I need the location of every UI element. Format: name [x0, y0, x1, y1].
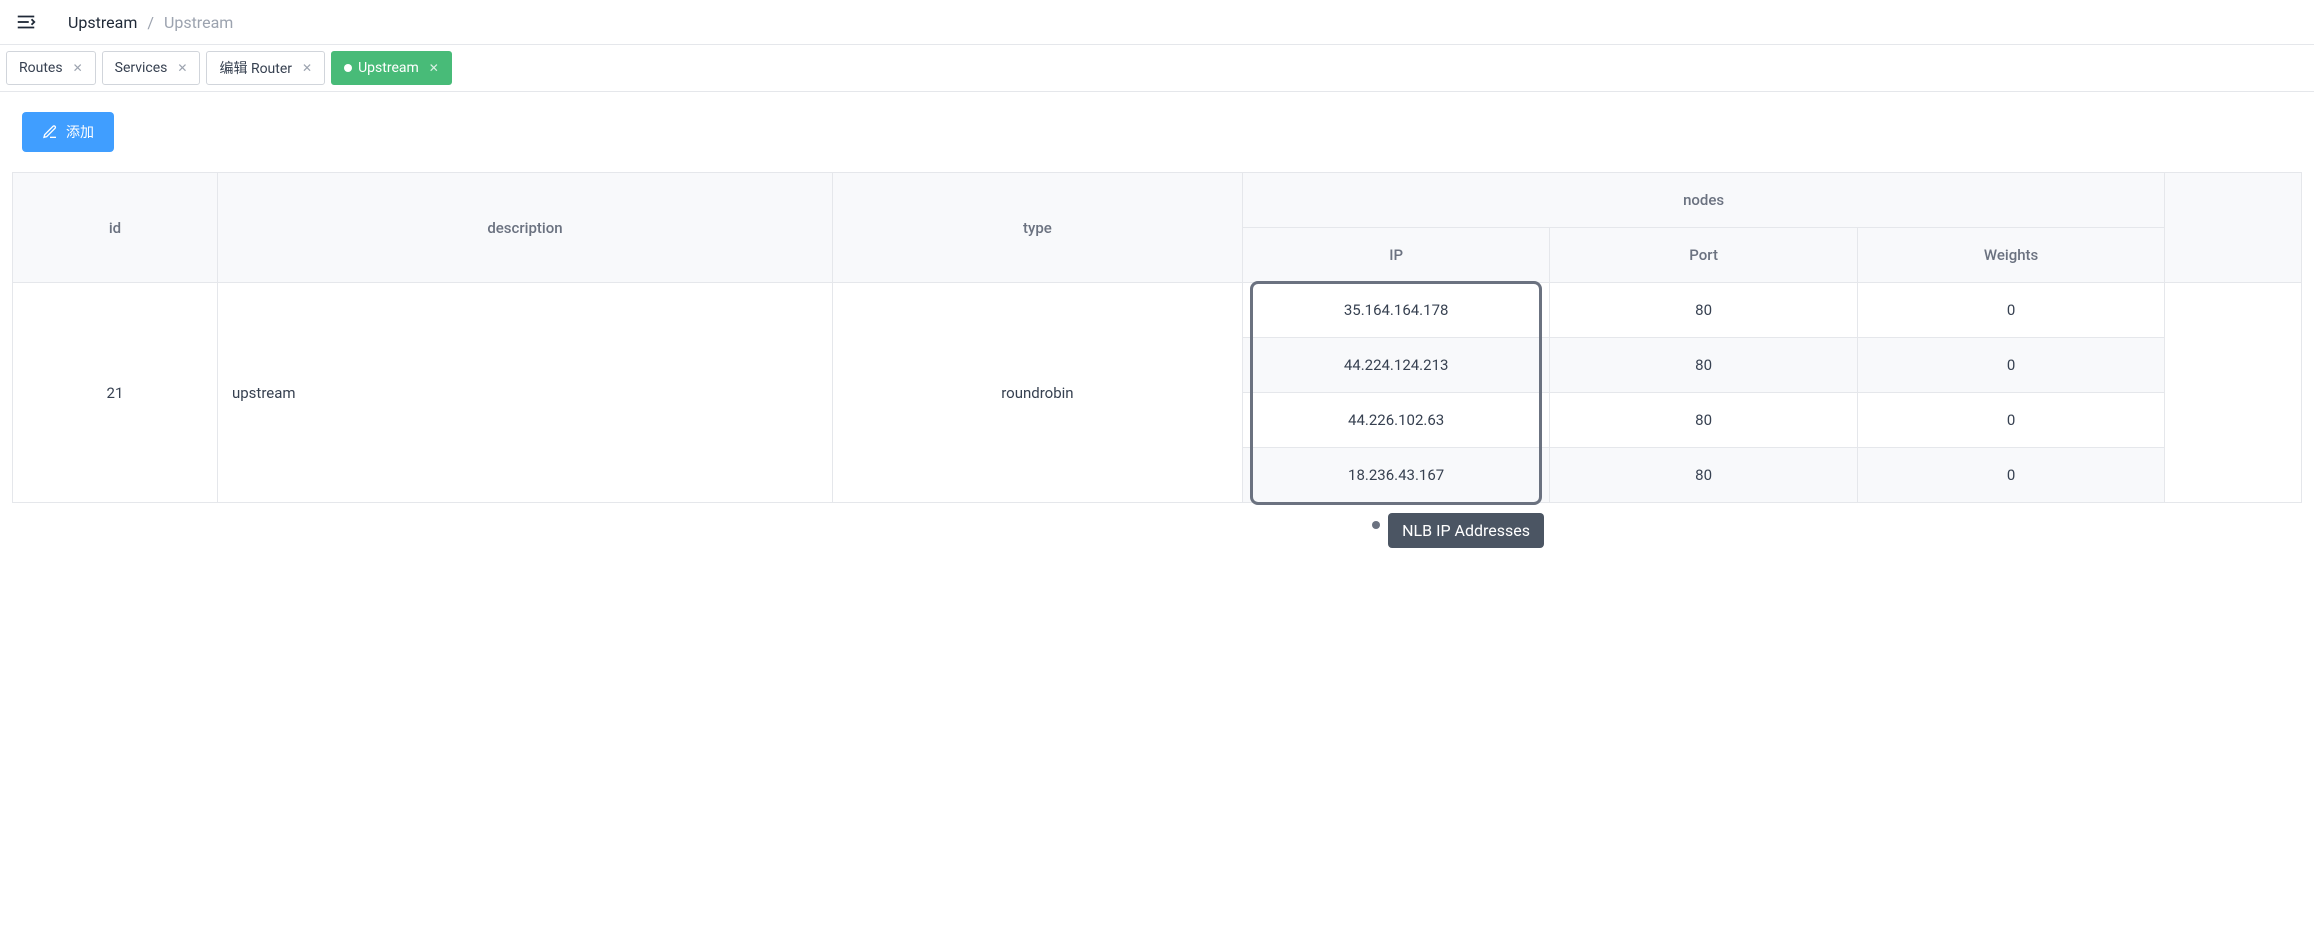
add-button-label: 添加 — [66, 122, 94, 142]
tab-edit-router[interactable]: 编辑 Router ✕ — [206, 51, 325, 85]
th-weights: Weights — [1857, 228, 2164, 283]
content-area: 添加 id description type nodes IP Port — [0, 92, 2314, 523]
close-icon[interactable]: ✕ — [73, 61, 83, 75]
tooltip-connector-dot-icon — [1372, 521, 1380, 529]
header-bar: Upstream / Upstream — [0, 0, 2314, 45]
node-ip: 18.236.43.167 — [1243, 448, 1549, 503]
breadcrumb-separator: / — [147, 13, 154, 32]
node-weight: 0 — [1858, 338, 2164, 393]
tab-routes[interactable]: Routes ✕ — [6, 51, 96, 85]
cell-actions — [2165, 283, 2302, 503]
node-port: 80 — [1550, 283, 1856, 338]
tab-label: Services — [115, 60, 168, 76]
upstream-table: id description type nodes IP Port Weight… — [12, 172, 2302, 503]
tab-services[interactable]: Services ✕ — [102, 51, 201, 85]
tab-modified-dot-icon — [344, 64, 352, 72]
cell-nodes-port: 80808080 — [1550, 283, 1857, 503]
tab-label: Routes — [19, 60, 63, 76]
th-actions — [2165, 173, 2302, 283]
cell-nodes-weight: 0000 — [1857, 283, 2164, 503]
node-ip: 44.226.102.63 — [1243, 393, 1549, 448]
tab-upstream[interactable]: Upstream ✕ — [331, 51, 452, 85]
th-ip: IP — [1242, 228, 1549, 283]
tabs-bar: Routes ✕ Services ✕ 编辑 Router ✕ Upstream… — [0, 45, 2314, 92]
breadcrumb-parent[interactable]: Upstream — [68, 13, 137, 32]
cell-type: roundrobin — [832, 283, 1242, 503]
node-port: 80 — [1550, 393, 1856, 448]
menu-toggle-icon[interactable] — [14, 10, 38, 34]
tab-label: Upstream — [358, 60, 419, 76]
tab-label: 编辑 Router — [219, 58, 292, 78]
tooltip-label: NLB IP Addresses — [1402, 521, 1530, 540]
th-type: type — [832, 173, 1242, 283]
close-icon[interactable]: ✕ — [429, 61, 439, 75]
tooltip-annotation: NLB IP Addresses — [1388, 513, 1544, 548]
th-port: Port — [1550, 228, 1857, 283]
add-button[interactable]: 添加 — [22, 112, 114, 152]
node-weight: 0 — [1858, 393, 2164, 448]
cell-nodes-ip: 35.164.164.17844.224.124.21344.226.102.6… — [1242, 283, 1549, 503]
table-wrap: id description type nodes IP Port Weight… — [12, 172, 2302, 503]
edit-icon — [42, 124, 58, 140]
th-id: id — [13, 173, 218, 283]
node-port: 80 — [1550, 448, 1856, 503]
cell-id: 21 — [13, 283, 218, 503]
cell-description: upstream — [217, 283, 832, 503]
node-weight: 0 — [1858, 283, 2164, 338]
node-ip: 44.224.124.213 — [1243, 338, 1549, 393]
th-nodes: nodes — [1242, 173, 2164, 228]
breadcrumb-current: Upstream — [164, 13, 233, 32]
th-description: description — [217, 173, 832, 283]
close-icon[interactable]: ✕ — [302, 61, 312, 75]
node-weight: 0 — [1858, 448, 2164, 503]
close-icon[interactable]: ✕ — [177, 61, 187, 75]
breadcrumb: Upstream / Upstream — [68, 13, 233, 32]
node-ip: 35.164.164.178 — [1243, 283, 1549, 338]
table-row[interactable]: 21upstreamroundrobin35.164.164.17844.224… — [13, 283, 2302, 503]
node-port: 80 — [1550, 338, 1856, 393]
